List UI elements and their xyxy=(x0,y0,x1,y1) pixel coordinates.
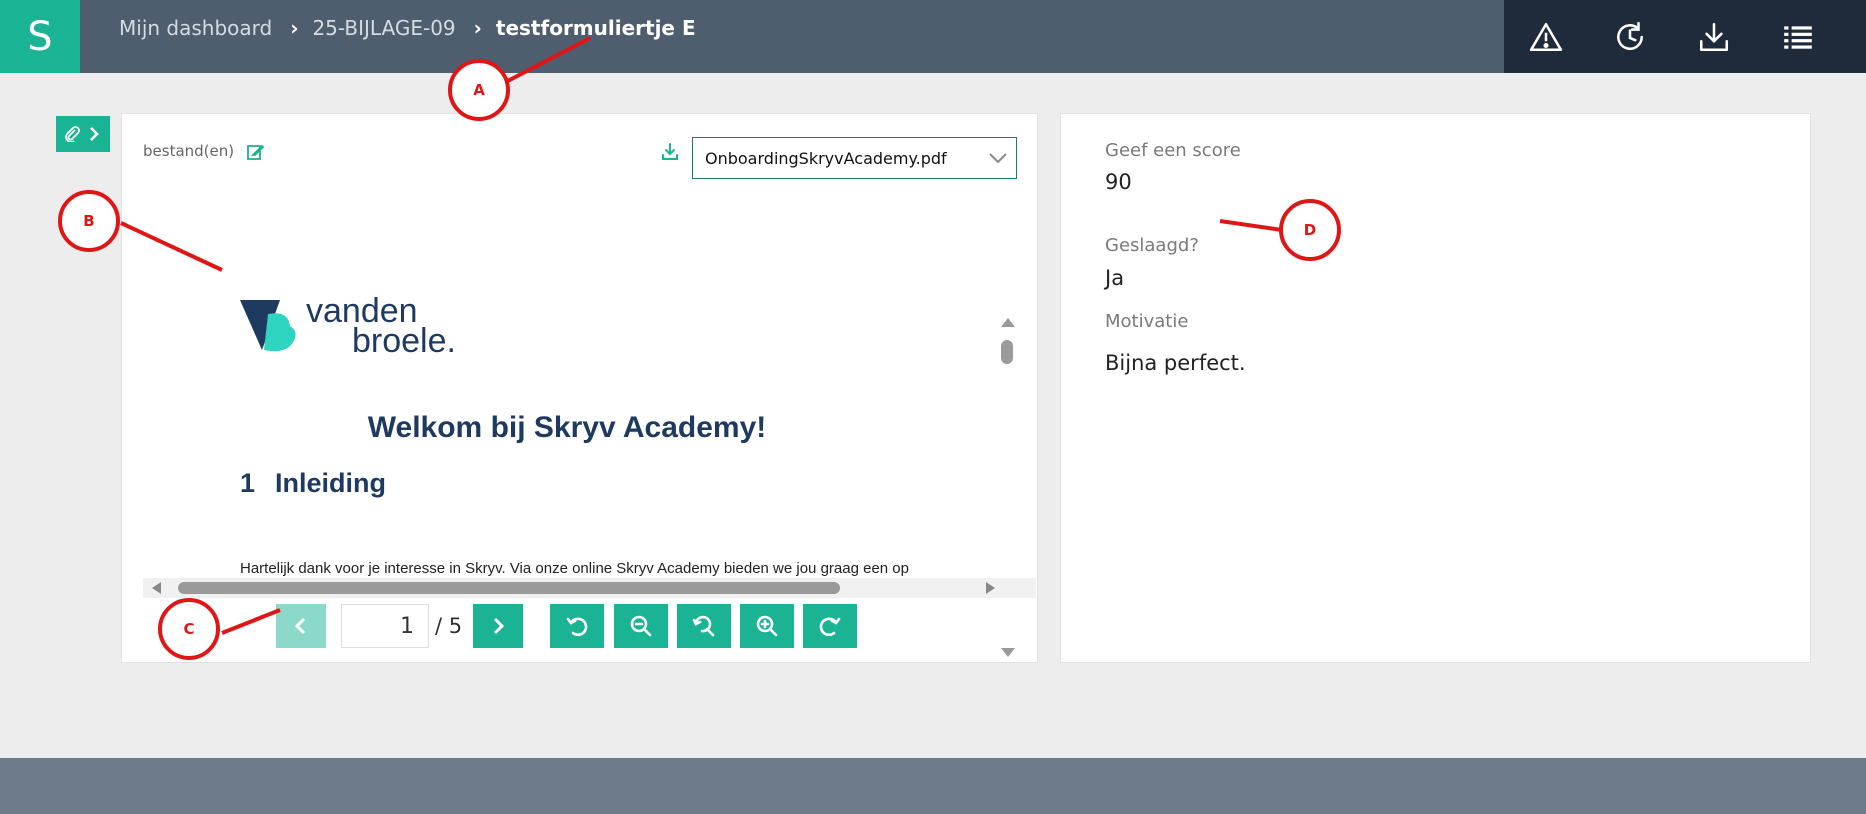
zoom-reset-icon xyxy=(692,615,715,637)
passed-label: Geslaagd? xyxy=(1105,235,1199,256)
logo-text-line2: broele. xyxy=(352,322,456,356)
top-bar: S Mijn dashboard › 25-BIJLAGE-09 › testf… xyxy=(0,0,1866,73)
chevron-left-icon xyxy=(294,617,306,635)
annotation-marker-a: A xyxy=(448,59,510,121)
page-number-input[interactable] xyxy=(341,604,429,648)
download-icon[interactable] xyxy=(1672,0,1756,73)
annotation-marker-d: D xyxy=(1279,199,1341,261)
annotation-marker-d-label: D xyxy=(1303,221,1317,239)
edit-icon[interactable] xyxy=(246,143,264,161)
warning-icon[interactable] xyxy=(1504,0,1588,73)
file-select[interactable]: OnboardingSkryvAcademy.pdf xyxy=(692,137,1017,179)
chevron-right-icon xyxy=(493,617,505,635)
score-label: Geef een score xyxy=(1105,140,1241,161)
annotation-marker-b-label: B xyxy=(83,212,95,230)
pdf-heading: Welkom bij Skryv Academy! xyxy=(367,411,767,444)
rotate-left-icon xyxy=(566,617,588,637)
next-page-button[interactable] xyxy=(473,604,523,648)
top-actions xyxy=(1504,0,1866,73)
paperclip-icon xyxy=(65,126,80,142)
breadcrumb: Mijn dashboard › 25-BIJLAGE-09 › testfor… xyxy=(119,14,696,42)
zoom-out-icon xyxy=(630,615,652,637)
app-logo-letter: S xyxy=(27,13,53,60)
rotate-right-icon xyxy=(819,617,841,637)
page-total: / 5 xyxy=(435,614,463,638)
annotation-marker-c: C xyxy=(158,598,220,660)
section-number: 1 xyxy=(240,468,256,498)
section-title-text: Inleiding xyxy=(275,468,387,498)
file-select-value: OnboardingSkryvAcademy.pdf xyxy=(705,148,947,168)
breadcrumb-item-dashboard[interactable]: Mijn dashboard xyxy=(119,16,272,40)
passed-value: Ja xyxy=(1105,266,1125,290)
attachments-toggle-button[interactable] xyxy=(56,116,110,152)
history-icon[interactable] xyxy=(1588,0,1672,73)
breadcrumb-separator: › xyxy=(473,16,482,40)
pdf-page-view[interactable]: vanden broele. Welkom bij Skryv Academy!… xyxy=(143,198,1036,578)
files-label: bestand(en) xyxy=(143,142,235,160)
download-file-icon[interactable] xyxy=(660,142,680,162)
app-logo[interactable]: S xyxy=(0,0,80,73)
zoom-reset-button[interactable] xyxy=(677,604,731,648)
rotate-left-button[interactable] xyxy=(550,604,604,648)
annotation-marker-c-label: C xyxy=(183,620,195,638)
document-viewer-card: bestand(en) OnboardingSkryvAcademy.pdf v… xyxy=(121,113,1038,663)
previous-page-button[interactable] xyxy=(276,604,326,648)
pdf-section-title: 1 Inleiding xyxy=(240,468,386,499)
vertical-scroll-thumb[interactable] xyxy=(1001,340,1013,364)
motivation-label: Motivatie xyxy=(1105,311,1189,332)
rotate-right-button[interactable] xyxy=(803,604,857,648)
vandenbroele-logo: vanden broele. xyxy=(240,292,456,356)
footer-bar xyxy=(0,758,1866,814)
score-value: 90 xyxy=(1105,170,1132,194)
zoom-in-button[interactable] xyxy=(740,604,794,648)
motivation-value: Bijna perfect. xyxy=(1105,351,1246,375)
zoom-out-button[interactable] xyxy=(614,604,668,648)
breadcrumb-item-case[interactable]: 25-BIJLAGE-09 xyxy=(312,16,455,40)
zoom-in-icon xyxy=(756,615,778,637)
scroll-up-arrow[interactable] xyxy=(1001,318,1015,327)
chevron-down-icon xyxy=(989,153,1007,164)
annotation-marker-a-label: A xyxy=(473,81,485,99)
form-values-card: Geef een score 90 Geslaagd? Ja Motivatie… xyxy=(1060,113,1811,663)
chevron-right-icon xyxy=(90,127,99,141)
list-icon[interactable] xyxy=(1756,0,1840,73)
pdf-body-text: Hartelijk dank voor je interesse in Skry… xyxy=(240,560,909,577)
breadcrumb-current: testformuliertje E xyxy=(495,16,696,40)
annotation-marker-b: B xyxy=(58,190,120,252)
pdf-toolbar: / 5 xyxy=(122,590,1039,650)
breadcrumb-separator: › xyxy=(290,16,299,40)
